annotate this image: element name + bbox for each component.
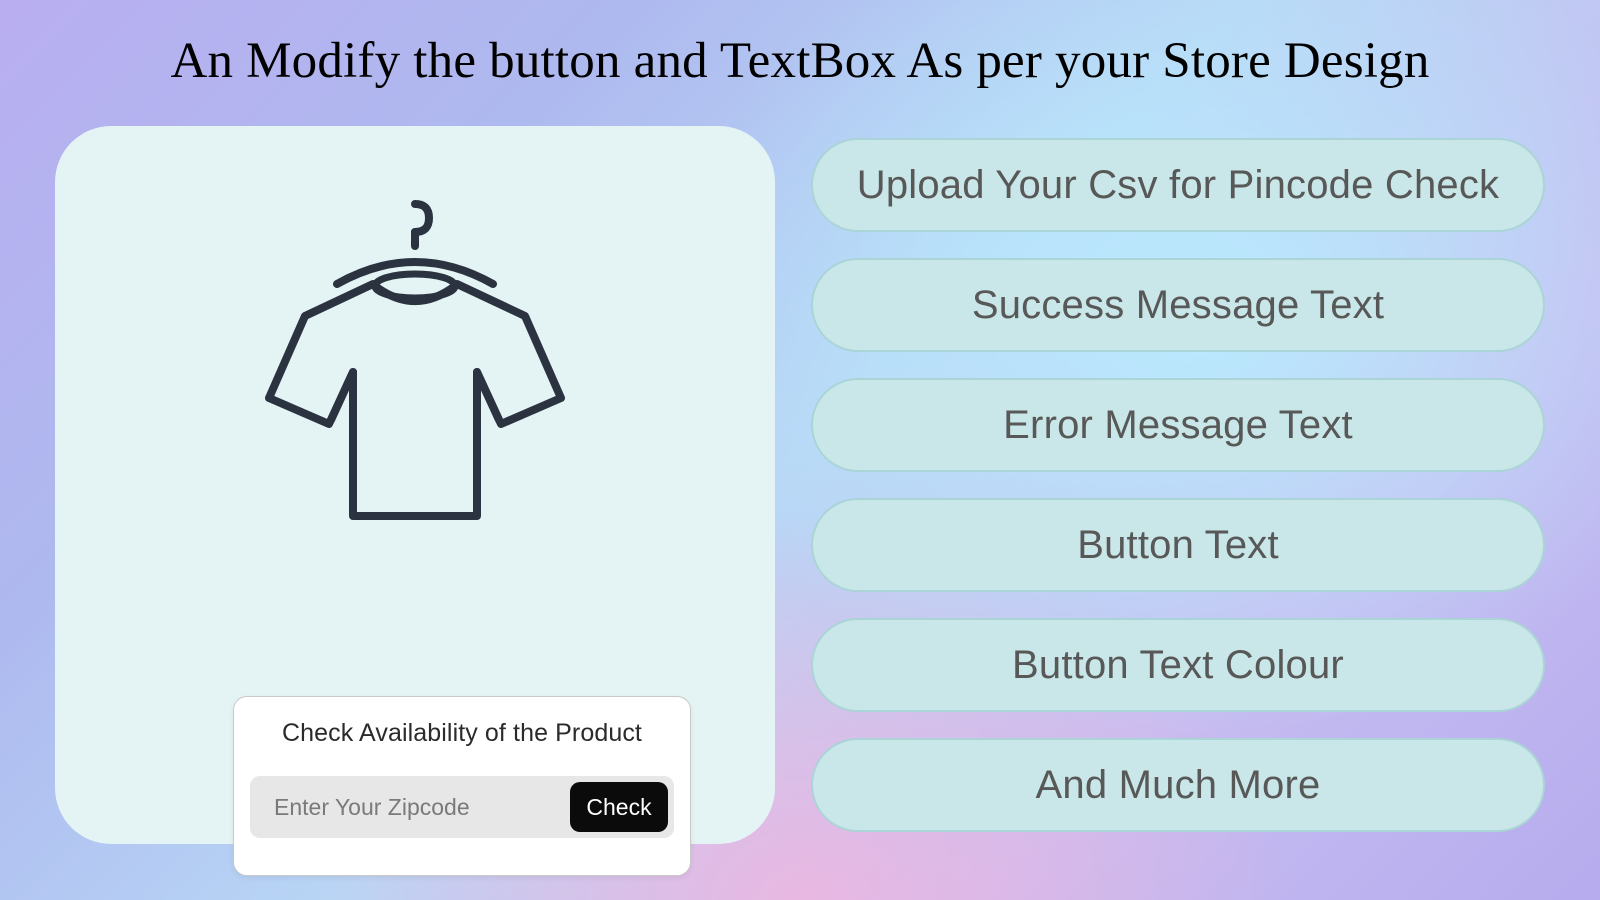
check-button[interactable]: Check — [570, 782, 668, 832]
product-preview-card: Check Availability of the Product Check — [55, 126, 775, 844]
availability-title: Check Availability of the Product — [250, 719, 674, 748]
feature-pill-upload-csv: Upload Your Csv for Pincode Check — [811, 138, 1545, 232]
zipcode-input[interactable] — [250, 782, 570, 832]
feature-list: Upload Your Csv for Pincode Check Succes… — [811, 126, 1545, 832]
feature-pill-button-colour: Button Text Colour — [811, 618, 1545, 712]
zipcode-input-row: Check — [250, 776, 674, 838]
feature-pill-success-msg: Success Message Text — [811, 258, 1545, 352]
feature-pill-button-text: Button Text — [811, 498, 1545, 592]
feature-pill-error-msg: Error Message Text — [811, 378, 1545, 472]
feature-pill-much-more: And Much More — [811, 738, 1545, 832]
tshirt-icon — [245, 198, 585, 528]
page-title: An Modify the button and TextBox As per … — [0, 0, 1600, 90]
content-row: Check Availability of the Product Check … — [0, 90, 1600, 844]
availability-widget: Check Availability of the Product Check — [233, 696, 691, 876]
